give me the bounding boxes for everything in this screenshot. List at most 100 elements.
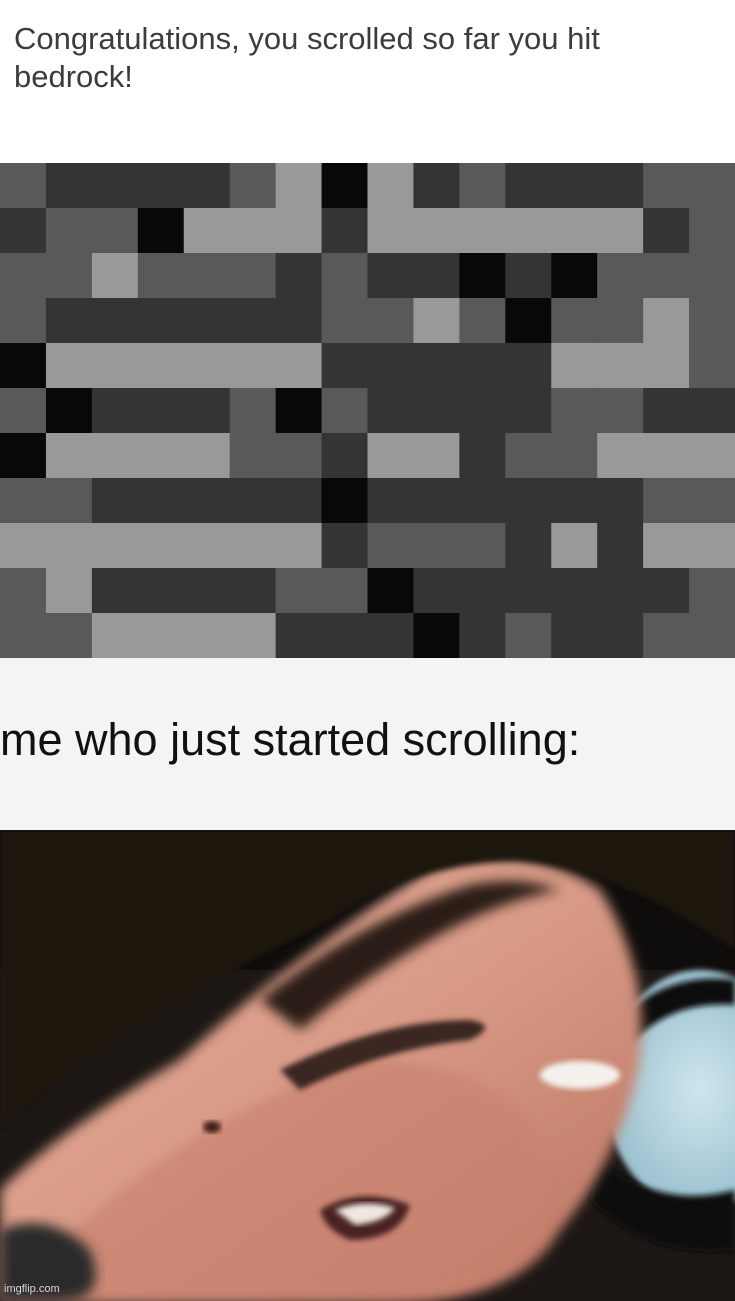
bedrock-pixel <box>505 388 552 434</box>
bedrock-pixel <box>0 388 47 434</box>
bedrock-pixel <box>183 433 231 479</box>
bedrock-pixel <box>413 433 460 479</box>
bedrock-pixel <box>367 433 415 479</box>
bedrock-pixel <box>91 613 139 658</box>
bedrock-pixel <box>505 253 552 299</box>
bedrock-pixel <box>183 523 231 569</box>
bedrock-pixel <box>689 298 735 344</box>
bedrock-pixel <box>689 478 735 524</box>
bedrock-pixel <box>229 568 277 614</box>
bedrock-pixel <box>91 388 139 434</box>
bedrock-pixel <box>367 253 415 299</box>
bedrock-pixel <box>275 613 323 658</box>
bedrock-pixel <box>229 433 277 479</box>
bedrock-pixel <box>459 388 506 434</box>
bedrock-pixel <box>0 433 47 479</box>
bedrock-pixel <box>367 523 415 569</box>
bedrock-pixel <box>689 613 735 658</box>
bedrock-pixel <box>137 568 185 614</box>
bedrock-pixel <box>321 343 369 389</box>
bedrock-pixel <box>183 208 231 254</box>
bedrock-pixel <box>45 253 93 299</box>
bedrock-pixel <box>45 613 93 658</box>
bedrock-pixel <box>459 568 506 614</box>
bedrock-pixel <box>597 298 644 344</box>
bedrock-pixel <box>505 613 552 658</box>
bedrock-pixel <box>505 433 552 479</box>
bedrock-pixel <box>367 343 415 389</box>
bedrock-pixel <box>551 613 598 658</box>
bedrock-pixel <box>551 388 598 434</box>
bedrock-pixel <box>137 253 185 299</box>
bedrock-pixel <box>459 253 506 299</box>
bedrock-pixel <box>229 208 277 254</box>
imgflip-watermark: imgflip.com <box>4 1283 60 1295</box>
bedrock-pixel <box>137 613 185 658</box>
bedrock-pixel <box>643 523 690 569</box>
bedrock-pixel <box>551 478 598 524</box>
bedrock-pixel <box>413 343 460 389</box>
bedrock-pixel <box>229 298 277 344</box>
bedrock-pixel <box>137 163 185 209</box>
bedrock-pixel <box>275 298 323 344</box>
reaction-face-photo <box>0 830 735 1301</box>
bedrock-texture-image <box>0 163 735 658</box>
bedrock-pixel <box>505 568 552 614</box>
bedrock-pixel <box>597 388 644 434</box>
bedrock-pixel <box>367 478 415 524</box>
mid-caption-text: me who just started scrolling: <box>0 714 581 765</box>
bedrock-pixel <box>367 568 415 614</box>
bedrock-pixel <box>137 478 185 524</box>
bedrock-pixel <box>413 568 460 614</box>
bedrock-pixel <box>183 478 231 524</box>
bedrock-pixel <box>643 613 690 658</box>
bedrock-pixel <box>183 253 231 299</box>
bedrock-pixel <box>275 433 323 479</box>
bedrock-pixel <box>321 388 369 434</box>
bedrock-pixel <box>643 163 690 209</box>
bedrock-pixel <box>137 523 185 569</box>
bedrock-pixel <box>413 478 460 524</box>
bedrock-pixel <box>367 163 415 209</box>
bedrock-pixel <box>413 388 460 434</box>
bedrock-pixel <box>321 523 369 569</box>
bedrock-pixel <box>91 253 139 299</box>
bedrock-pixel <box>689 253 735 299</box>
bedrock-pixel <box>0 208 47 254</box>
bedrock-pixel <box>275 568 323 614</box>
bedrock-pixel <box>643 298 690 344</box>
bedrock-pixel <box>505 208 552 254</box>
bedrock-pixel <box>275 343 323 389</box>
bedrock-pixel <box>505 343 552 389</box>
bedrock-pixel <box>597 523 644 569</box>
bedrock-pixel <box>45 433 93 479</box>
bedrock-pixel <box>321 478 369 524</box>
bedrock-pixel <box>459 478 506 524</box>
bedrock-pixel <box>459 163 506 209</box>
bedrock-pixel <box>551 208 598 254</box>
bedrock-pixel <box>45 388 93 434</box>
bedrock-pixel <box>459 523 506 569</box>
bedrock-pixel <box>275 523 323 569</box>
bedrock-pixel <box>597 208 644 254</box>
bedrock-pixel <box>551 433 598 479</box>
bedrock-pixel <box>91 523 139 569</box>
bedrock-pixel <box>413 298 460 344</box>
bedrock-pixel <box>275 208 323 254</box>
bedrock-pixel <box>137 343 185 389</box>
bedrock-pixel <box>45 568 93 614</box>
bedrock-pixel <box>689 568 735 614</box>
bedrock-pixel <box>689 523 735 569</box>
bedrock-pixel <box>45 208 93 254</box>
bedrock-pixel <box>505 298 552 344</box>
bedrock-pixel <box>551 253 598 299</box>
bedrock-pixel <box>229 253 277 299</box>
bedrock-pixel <box>459 433 506 479</box>
bedrock-pixel <box>91 478 139 524</box>
bedrock-pixel <box>275 163 323 209</box>
bedrock-pixel <box>183 298 231 344</box>
bedrock-pixel <box>275 388 323 434</box>
bedrock-pixel <box>643 433 690 479</box>
bedrock-pixel <box>45 163 93 209</box>
bedrock-pixel <box>183 343 231 389</box>
